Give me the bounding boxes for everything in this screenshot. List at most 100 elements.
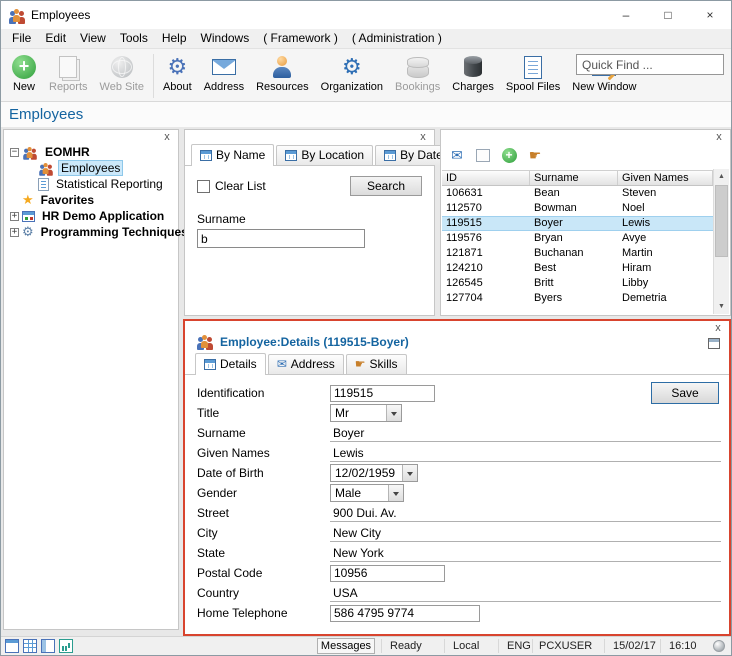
bar-chart-icon[interactable] bbox=[59, 639, 73, 653]
postal-code-input[interactable] bbox=[330, 565, 445, 582]
vertical-scrollbar[interactable]: ▲ ▼ bbox=[713, 169, 729, 314]
toolbar-bookings-button[interactable]: Bookings bbox=[389, 52, 446, 95]
checkbox-box[interactable] bbox=[197, 180, 210, 193]
table-row[interactable]: 106631 Bean Steven bbox=[442, 186, 713, 201]
star-icon: ★ bbox=[22, 193, 34, 207]
table-row[interactable]: 121871 Buchanan Martin bbox=[442, 246, 713, 261]
tree-item-favorites[interactable]: ★ Favorites bbox=[4, 192, 178, 208]
add-record-icon[interactable]: + bbox=[500, 148, 518, 164]
window-layout-icon[interactable] bbox=[5, 639, 19, 653]
table-row-selected[interactable]: 119515 Boyer Lewis bbox=[442, 216, 713, 231]
menu-view[interactable]: View bbox=[73, 29, 113, 48]
gender-select[interactable]: Male bbox=[330, 484, 404, 502]
list-panel-close-icon[interactable]: x bbox=[712, 131, 726, 145]
menu-edit[interactable]: Edit bbox=[38, 29, 73, 48]
save-button[interactable]: Save bbox=[651, 382, 719, 404]
scroll-down-icon[interactable]: ▼ bbox=[714, 299, 729, 314]
menu-administration[interactable]: ( Administration ) bbox=[345, 29, 449, 48]
toolbar-resources-button[interactable]: Resources bbox=[250, 52, 315, 95]
search-button[interactable]: Search bbox=[350, 176, 422, 196]
toolbar-website-button[interactable]: Web Site bbox=[94, 52, 150, 95]
date-of-birth-select[interactable]: 12/02/1959 bbox=[330, 464, 418, 482]
app-icon bbox=[9, 8, 25, 23]
table-row[interactable]: 126545 Britt Libby bbox=[442, 276, 713, 291]
app-window: Employees – □ × File Edit View Tools Hel… bbox=[0, 0, 732, 656]
maximize-button[interactable]: □ bbox=[647, 1, 689, 29]
scroll-up-icon[interactable]: ▲ bbox=[714, 169, 729, 184]
menu-tools[interactable]: Tools bbox=[113, 29, 155, 48]
toolbar-resources-label: Resources bbox=[256, 81, 309, 93]
tab-skills[interactable]: ☛ Skills bbox=[346, 354, 407, 374]
split-panel-icon[interactable] bbox=[41, 639, 55, 653]
given-names-input[interactable] bbox=[330, 445, 721, 462]
blank-document-icon[interactable] bbox=[474, 148, 492, 164]
collapse-icon[interactable]: − bbox=[10, 148, 19, 157]
scrollbar-thumb[interactable] bbox=[715, 185, 728, 257]
title-select[interactable]: Mr bbox=[330, 404, 402, 422]
messages-button[interactable]: Messages bbox=[317, 638, 375, 654]
tree-item-programming-techniques[interactable]: + ⚙ Programming Techniques bbox=[4, 224, 178, 240]
toolbar-about-label: About bbox=[163, 81, 192, 93]
quick-find-input[interactable] bbox=[576, 54, 724, 75]
surname-label: Surname bbox=[197, 212, 422, 226]
tab-by-location[interactable]: By Location bbox=[276, 145, 373, 165]
toolbar-about-button[interactable]: ⚙ About bbox=[157, 52, 198, 95]
expand-icon[interactable]: + bbox=[10, 212, 19, 221]
people-group-icon bbox=[23, 146, 37, 159]
tree-item-employees[interactable]: Employees bbox=[4, 160, 178, 176]
toolbar-new-button[interactable]: + New bbox=[5, 52, 43, 95]
surname-input[interactable] bbox=[330, 425, 721, 442]
close-button[interactable]: × bbox=[689, 1, 731, 29]
menu-help[interactable]: Help bbox=[155, 29, 194, 48]
country-input[interactable] bbox=[330, 585, 721, 602]
toolbar-reports-button[interactable]: Reports bbox=[43, 52, 94, 95]
home-telephone-input[interactable] bbox=[330, 605, 480, 622]
tab-by-name[interactable]: By Name bbox=[191, 144, 274, 166]
toolbar-organization-label: Organization bbox=[321, 81, 383, 93]
chevron-down-icon[interactable] bbox=[386, 405, 401, 421]
report-document-icon bbox=[38, 178, 49, 191]
status-local: Local bbox=[453, 640, 479, 652]
tab-details[interactable]: Details bbox=[195, 353, 266, 375]
tree-item-statistical-reporting[interactable]: Statistical Reporting bbox=[4, 176, 178, 192]
hand-icon[interactable]: ☛ bbox=[526, 148, 544, 164]
chevron-down-icon[interactable] bbox=[402, 465, 417, 481]
minimize-button[interactable]: – bbox=[605, 1, 647, 29]
grid-icon[interactable] bbox=[23, 639, 37, 653]
toolbar-bookings-label: Bookings bbox=[395, 81, 440, 93]
details-panel-maximize-icon[interactable] bbox=[708, 338, 720, 349]
expand-icon[interactable]: + bbox=[10, 228, 19, 237]
navigation-tree: − EOMHR Employees Statistical Reporting … bbox=[4, 130, 178, 240]
given-names-label: Given Names bbox=[197, 446, 330, 460]
mail-icon[interactable]: ✉ bbox=[448, 148, 466, 164]
column-header-given-names[interactable]: Given Names bbox=[618, 171, 713, 185]
state-input[interactable] bbox=[330, 545, 721, 562]
table-row[interactable]: 112570 Bowman Noel bbox=[442, 201, 713, 216]
tree-item-eomhr[interactable]: − EOMHR bbox=[4, 144, 178, 160]
identification-input[interactable] bbox=[330, 385, 435, 402]
menu-framework[interactable]: ( Framework ) bbox=[256, 29, 345, 48]
toolbar-address-button[interactable]: Address bbox=[198, 52, 250, 95]
toolbar-spoolfiles-button[interactable]: Spool Files bbox=[500, 52, 566, 95]
search-body: Clear List Search Surname bbox=[185, 166, 434, 248]
tree-panel-close-icon[interactable]: x bbox=[160, 131, 174, 145]
menu-windows[interactable]: Windows bbox=[194, 29, 257, 48]
city-input[interactable] bbox=[330, 525, 721, 542]
tree-item-hr-demo-application[interactable]: + HR Demo Application bbox=[4, 208, 178, 224]
toolbar-charges-button[interactable]: Charges bbox=[446, 52, 500, 95]
chevron-down-icon[interactable] bbox=[388, 485, 403, 501]
table-row[interactable]: 119576 Bryan Avye bbox=[442, 231, 713, 246]
tab-address[interactable]: ✉ Address bbox=[268, 354, 344, 374]
details-panel-close-icon[interactable]: x bbox=[711, 322, 725, 336]
toolbar-organization-button[interactable]: ⚙ Organization bbox=[315, 52, 389, 95]
table-row[interactable]: 124210 Best Hiram bbox=[442, 261, 713, 276]
clear-list-checkbox[interactable]: Clear List bbox=[197, 179, 266, 193]
column-header-surname[interactable]: Surname bbox=[530, 171, 618, 185]
street-input[interactable] bbox=[330, 505, 721, 522]
search-panel-close-icon[interactable]: x bbox=[416, 131, 430, 145]
surname-search-input[interactable] bbox=[197, 229, 365, 248]
about-gear-icon: ⚙ bbox=[167, 55, 187, 79]
table-row[interactable]: 127704 Byers Demetria bbox=[442, 291, 713, 306]
column-header-id[interactable]: ID bbox=[442, 171, 530, 185]
menu-file[interactable]: File bbox=[5, 29, 38, 48]
